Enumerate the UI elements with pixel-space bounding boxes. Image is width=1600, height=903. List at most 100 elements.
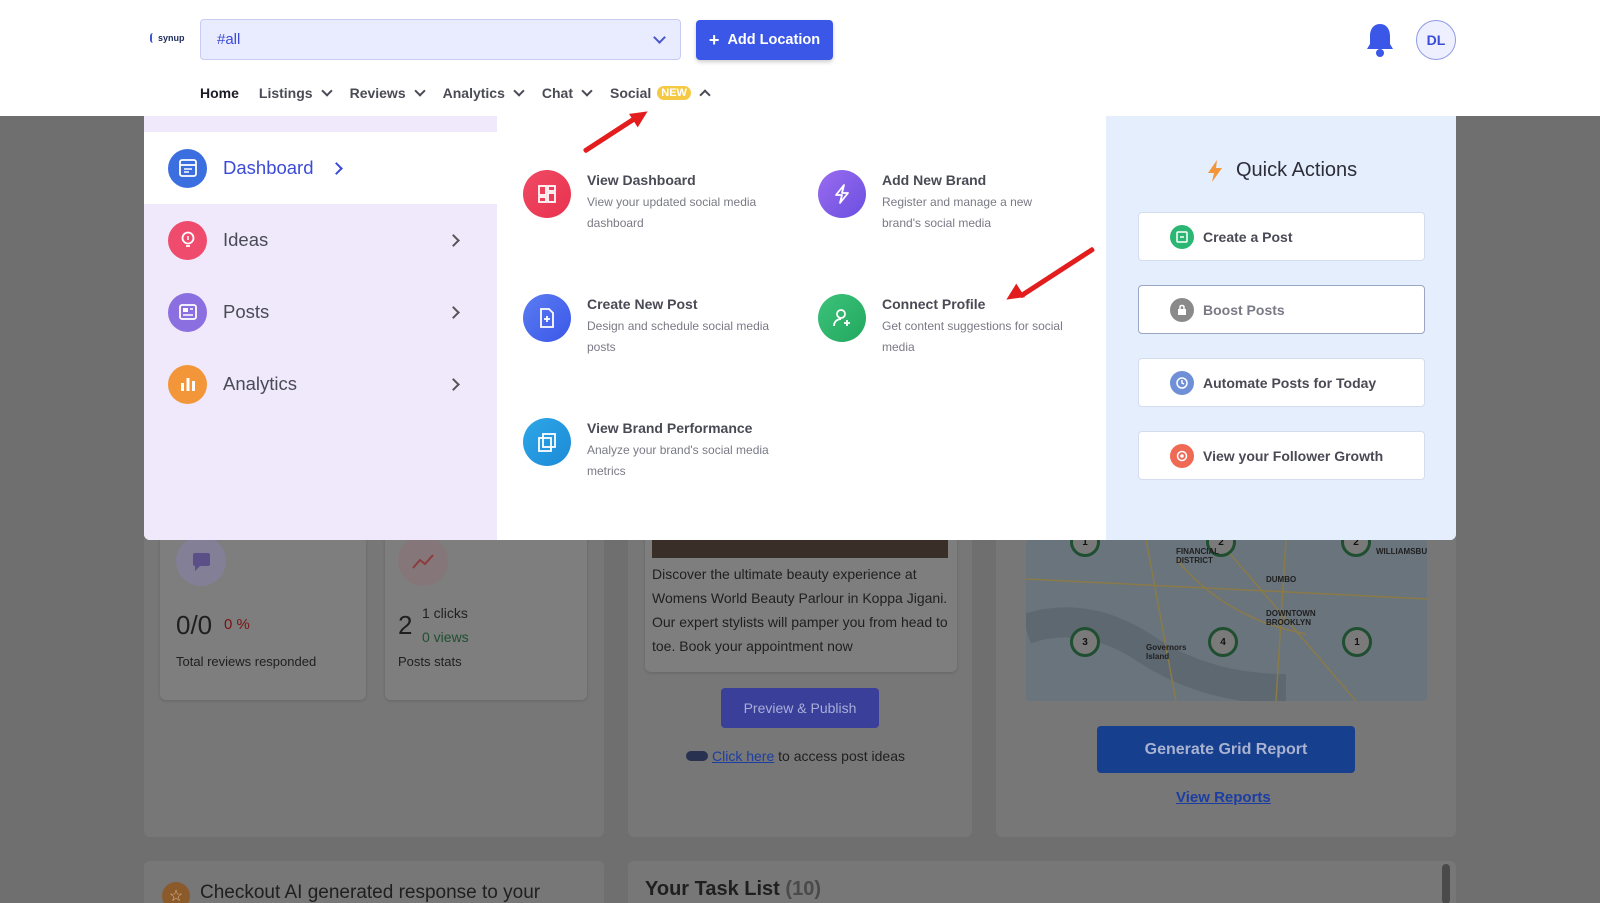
grid-map[interactable]: 1 2 2 3 4 1 FINANCIAL DISTRICT DUMBO WIL… [1026, 539, 1427, 701]
qa-label: Automate Posts for Today [1203, 374, 1377, 391]
nav-social-label: Social [610, 85, 652, 101]
posts-views: 0 views [422, 629, 469, 645]
bell-icon[interactable] [1365, 22, 1395, 58]
logo-text: synup [158, 33, 185, 43]
reviews-pct: 0 % [224, 616, 250, 633]
sidebar-item-dashboard[interactable]: Dashboard [144, 132, 497, 204]
chevron-right-icon [447, 378, 460, 391]
chevron-down-icon [320, 84, 333, 97]
chevron-down-icon [581, 84, 593, 97]
logo-mark-icon [150, 33, 156, 43]
chevron-right-icon [447, 234, 460, 247]
qa-label: View your Follower Growth [1203, 447, 1384, 464]
trend-icon [398, 536, 448, 586]
clock-icon [1170, 370, 1194, 395]
lightning-icon [1208, 159, 1222, 182]
lock-icon [1170, 297, 1194, 322]
map-pin[interactable]: 1 [1342, 627, 1372, 657]
map-label: FINANCIAL DISTRICT [1176, 547, 1219, 565]
generate-grid-report-button[interactable]: Generate Grid Report [1097, 726, 1355, 773]
posts-icon [168, 292, 207, 332]
menu-item-desc: Get content suggestions for social media [882, 319, 1063, 354]
menu-item-desc: View your updated social media dashboard [587, 195, 757, 230]
map-label: DUMBO [1266, 575, 1297, 584]
menu-item-connect-profile[interactable]: Connect Profile Get content suggestions … [818, 294, 1082, 358]
nav-home-label: Home [200, 85, 239, 101]
add-location-label: Add Location [727, 32, 821, 48]
menu-item-desc: Analyze your brand's social media metric… [587, 443, 769, 478]
post-image [652, 538, 948, 558]
follower-growth-button[interactable]: View your Follower Growth [1138, 431, 1425, 480]
bar-chart-icon [168, 364, 207, 404]
menu-item-title: Add New Brand [882, 172, 987, 188]
posts-count: 2 [398, 610, 413, 640]
nav-chat[interactable]: Chat [542, 84, 593, 101]
ai-response-text: Checkout AI generated response to your [200, 882, 541, 903]
boost-posts-button[interactable]: Boost Posts [1138, 285, 1425, 334]
nav-reviews[interactable]: Reviews [349, 84, 426, 101]
map-label: DOWNTOWN BROOKLYN [1266, 609, 1316, 627]
qa-label: Create a Post [1203, 228, 1293, 245]
new-file-icon [523, 294, 571, 342]
chevron-right-icon [447, 306, 460, 319]
new-badge: NEW [657, 86, 691, 100]
map-pin[interactable]: 3 [1070, 627, 1100, 657]
plus-icon: + [708, 30, 720, 50]
menu-item-view-brand-performance[interactable]: View Brand Performance Analyze your bran… [523, 418, 787, 482]
social-sidebar: Dashboard Ideas Posts Analytics [144, 116, 497, 540]
add-user-icon [818, 294, 866, 342]
sidebar-item-ideas[interactable]: Ideas [144, 204, 497, 276]
quick-actions-panel: Quick Actions Create a Post Boost Posts … [1106, 116, 1456, 540]
avatar[interactable]: DL [1416, 20, 1456, 60]
menu-item-add-new-brand[interactable]: Add New Brand Register and manage a new … [818, 170, 1062, 234]
nav-analytics[interactable]: Analytics [443, 84, 525, 101]
social-mega-menu: Dashboard Ideas Posts Analytics View Das… [144, 116, 1456, 540]
nav-reviews-label: Reviews [349, 85, 406, 101]
nav-home[interactable]: Home [200, 85, 239, 101]
pin-icon [686, 751, 708, 761]
eye-icon [1170, 443, 1194, 468]
post-text: Discover the ultimate beauty experience … [652, 566, 948, 654]
task-list-count: (10) [785, 878, 821, 900]
quick-actions-header: Quick Actions [1206, 159, 1357, 182]
sidebar-item-label: Posts [223, 301, 270, 322]
menu-item-title: Create New Post [587, 296, 698, 312]
map-pin[interactable]: 4 [1208, 627, 1238, 657]
qa-label: Boost Posts [1203, 301, 1285, 318]
dashboard-icon [168, 148, 207, 188]
lightbulb-icon [168, 220, 207, 260]
preview-publish-button[interactable]: Preview & Publish [721, 688, 879, 728]
nav-listings[interactable]: Listings [259, 84, 333, 101]
task-list-title: Your Task List (10) [645, 878, 821, 901]
menu-item-desc: Design and schedule social media posts [587, 319, 770, 354]
top-header: synup #all + Add Location DL Home Listin… [0, 0, 1600, 116]
click-here-link[interactable]: Click here [712, 748, 774, 764]
automate-posts-button[interactable]: Automate Posts for Today [1138, 358, 1425, 407]
menu-item-title: View Brand Performance [587, 420, 753, 436]
copy-icon [523, 418, 571, 466]
map-label: WILLIAMSBURG [1376, 547, 1427, 556]
create-post-button[interactable]: Create a Post [1138, 212, 1425, 261]
location-select[interactable]: #all [200, 19, 681, 60]
sidebar-item-analytics[interactable]: Analytics [144, 348, 497, 420]
menu-item-title: Connect Profile [882, 296, 986, 312]
chevron-right-icon [330, 162, 343, 175]
add-location-button[interactable]: + Add Location [696, 20, 833, 60]
star-icon: ☆ [162, 882, 190, 903]
scrollbar[interactable] [1442, 864, 1450, 903]
ideas-hint: Click here to access post ideas [686, 748, 905, 764]
posts-label: Posts stats [398, 654, 462, 669]
sidebar-item-label: Analytics [223, 373, 298, 394]
nav-social[interactable]: Social NEW [610, 85, 711, 101]
chevron-down-icon [653, 31, 666, 44]
menu-item-view-dashboard[interactable]: View Dashboard View your updated social … [523, 170, 787, 234]
menu-item-create-new-post[interactable]: Create New Post Design and schedule soci… [523, 294, 787, 358]
chevron-down-icon [413, 84, 426, 97]
synup-logo[interactable]: synup [150, 33, 185, 43]
chevron-up-icon [699, 88, 711, 101]
chevron-down-icon [513, 84, 525, 97]
location-select-value: #all [217, 31, 241, 48]
sidebar-item-posts[interactable]: Posts [144, 276, 497, 348]
view-reports-link[interactable]: View Reports [1176, 789, 1271, 806]
grid-dashboard-icon [523, 170, 571, 218]
